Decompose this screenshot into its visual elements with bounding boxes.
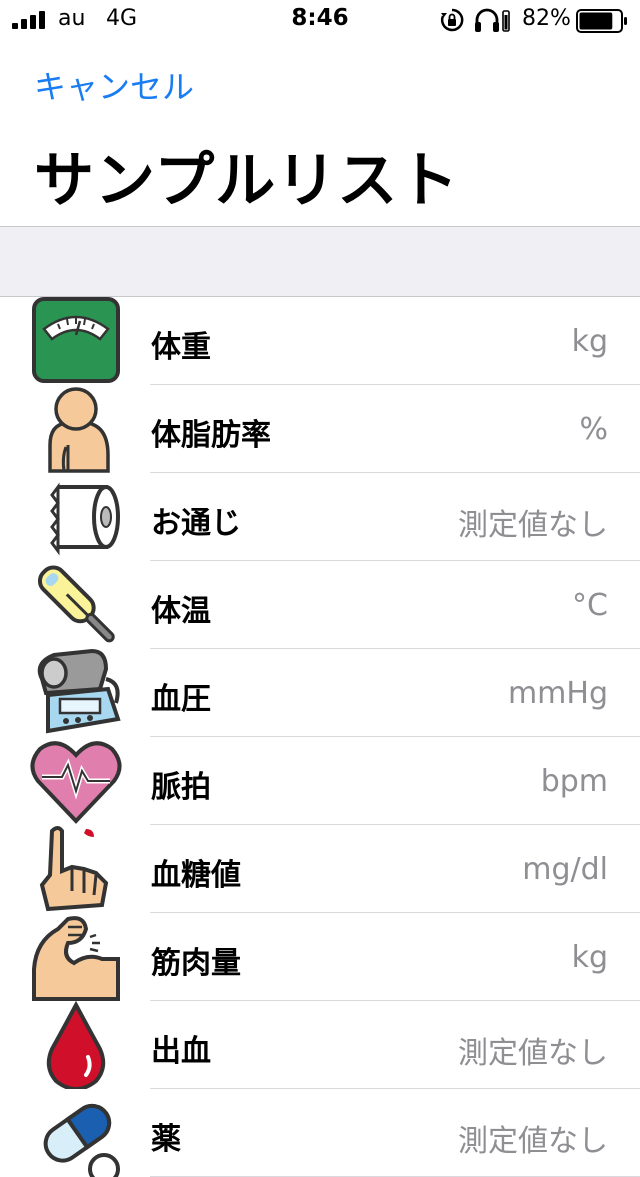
list-item-value: %: [579, 412, 608, 447]
section-header-spacer: [0, 227, 640, 296]
list-item-label: 筋肉量: [151, 946, 241, 981]
battery-percentage: 82%: [522, 6, 571, 31]
page-title: サンプルリスト: [34, 146, 460, 216]
pill-icon: [43, 1103, 120, 1177]
scale-icon: [32, 297, 120, 383]
headphones-icon: [475, 8, 510, 32]
muscle-arm-icon: [32, 916, 120, 1001]
list-item-bowel-movement[interactable]: お通じ 測定値なし: [0, 473, 640, 561]
list-item-value: bpm: [540, 764, 608, 799]
list-item-label: 脈拍: [151, 770, 211, 805]
list-item-medicine[interactable]: 薬 測定値なし: [0, 1089, 640, 1177]
list-item-value: mg/dl: [522, 852, 608, 887]
status-bar: au 4G 8:46 82%: [0, 0, 640, 40]
list-item-label: 出血: [151, 1034, 211, 1069]
list-item-value: kg: [571, 324, 608, 359]
list-item-value: 測定値なし: [458, 508, 608, 543]
list-item-label: 血圧: [151, 682, 211, 717]
list-item-value: 測定値なし: [458, 1036, 608, 1071]
list-item-weight[interactable]: 体重 kg: [0, 297, 640, 385]
sample-list: 体重 kg 体脂肪率 % お通じ 測定値なし 体温 °C 血圧 mmHg 脈拍 …: [0, 297, 640, 1177]
list-item-label: 体温: [151, 594, 211, 629]
list-item-bleeding[interactable]: 出血 測定値なし: [0, 1001, 640, 1089]
rotation-lock-icon: [440, 8, 464, 32]
list-item-blood-pressure[interactable]: 血圧 mmHg: [0, 649, 640, 737]
list-item-label: 体重: [151, 330, 211, 365]
list-item-muscle-mass[interactable]: 筋肉量 kg: [0, 913, 640, 1001]
list-item-pulse[interactable]: 脈拍 bpm: [0, 737, 640, 825]
list-item-label: 体脂肪率: [151, 418, 271, 453]
toilet-paper-icon: [50, 482, 120, 556]
list-item-label: 薬: [151, 1122, 181, 1157]
list-item-value: 測定値なし: [458, 1124, 608, 1159]
list-item-temperature[interactable]: 体温 °C: [0, 561, 640, 649]
list-item-value: kg: [571, 940, 608, 975]
body-icon: [48, 387, 110, 473]
list-item-value: °C: [572, 588, 608, 623]
blood-pressure-monitor-icon: [37, 649, 121, 734]
list-item-blood-sugar[interactable]: 血糖値 mg/dl: [0, 825, 640, 913]
battery-icon: [576, 9, 627, 33]
thermometer-icon: [37, 565, 115, 643]
list-item-label: 血糖値: [151, 858, 241, 893]
cancel-button[interactable]: キャンセル: [34, 62, 194, 108]
finger-blood-icon: [39, 826, 109, 912]
list-item-body-fat[interactable]: 体脂肪率 %: [0, 385, 640, 473]
heart-pulse-icon: [30, 741, 122, 824]
list-item-label: お通じ: [151, 506, 241, 541]
blood-drop-icon: [46, 1001, 106, 1089]
list-item-value: mmHg: [507, 676, 608, 711]
